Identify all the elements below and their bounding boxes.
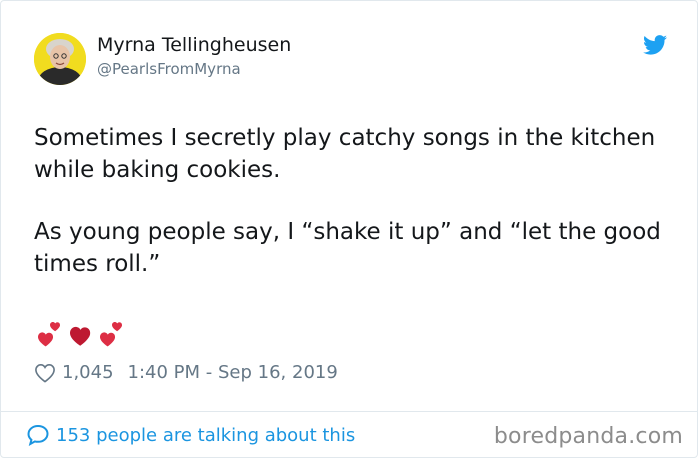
author-handle[interactable]: @PearlsFromMyrna xyxy=(97,60,241,78)
like-heart-icon[interactable] xyxy=(34,363,56,383)
conversation-text[interactable]: 153 people are talking about this xyxy=(56,425,355,446)
tweet-text: Sometimes I secretly play catchy songs i… xyxy=(34,122,674,280)
twitter-bird-icon[interactable] xyxy=(643,35,667,55)
emoji-row xyxy=(38,321,123,347)
speech-bubble-icon xyxy=(27,424,49,446)
avatar[interactable] xyxy=(34,33,86,85)
like-count[interactable]: 1,045 xyxy=(62,362,114,383)
two-hearts-icon xyxy=(100,321,123,347)
red-heart-icon xyxy=(70,326,91,346)
tweet-card: Myrna Tellingheusen @PearlsFromMyrna Som… xyxy=(0,0,698,458)
conversation-link[interactable]: 153 people are talking about this xyxy=(26,424,355,446)
tweet-meta: 1,045 1:40 PM - Sep 16, 2019 xyxy=(34,362,338,383)
tweet-paragraph: As young people say, I “shake it up” and… xyxy=(34,219,661,277)
tweet-paragraph: Sometimes I secretly play catchy songs i… xyxy=(34,125,656,183)
watermark: boredpanda.com xyxy=(493,424,683,449)
timestamp[interactable]: 1:40 PM - Sep 16, 2019 xyxy=(128,362,338,383)
divider xyxy=(1,411,697,412)
author-name[interactable]: Myrna Tellingheusen xyxy=(97,34,291,56)
avatar-image xyxy=(34,33,86,85)
two-hearts-icon xyxy=(38,321,61,347)
